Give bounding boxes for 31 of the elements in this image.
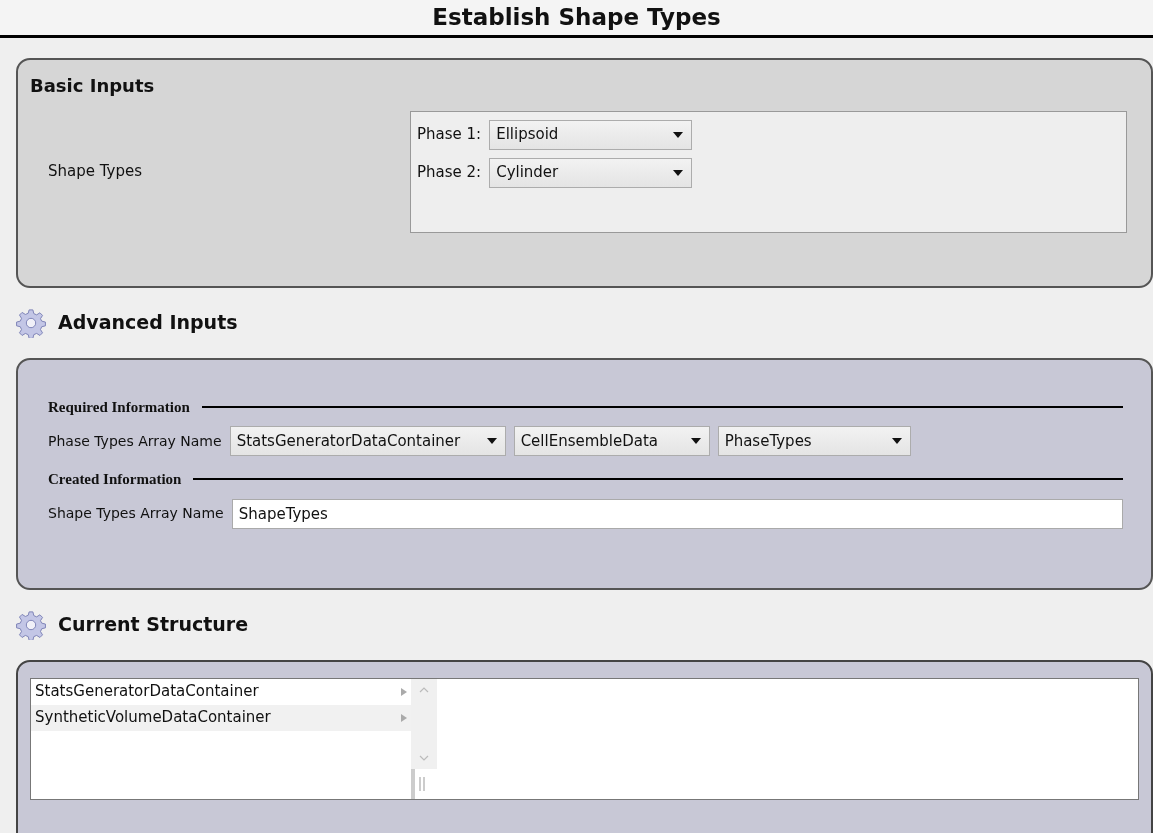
dropdown[interactable]: Ellipsoid <box>489 119 693 150</box>
section-heading: Current Structure <box>58 612 249 638</box>
dropdown[interactable]: CellEnsembleData <box>513 426 710 456</box>
browser-item[interactable]: SyntheticVolumeDataContainer <box>31 704 411 731</box>
field-label: Shape Types <box>47 161 143 183</box>
text-field[interactable]: ShapeTypes <box>231 498 1123 529</box>
field-label: Shape Types Array Name <box>48 504 224 523</box>
phase-label: Phase 1: <box>417 124 482 146</box>
gear-icon <box>16 307 46 338</box>
dropdown[interactable]: StatsGeneratorDataContainer <box>229 426 506 456</box>
phase-label: Phase 2: <box>417 162 482 184</box>
dropdown[interactable]: Cylinder <box>489 157 693 188</box>
dropdown-caret-icon <box>690 438 701 444</box>
scroll-up-icon[interactable] <box>419 686 429 693</box>
dropdown-caret-icon <box>673 131 684 138</box>
expand-arrow-icon <box>401 687 407 696</box>
panel-heading: Basic Inputs <box>30 73 156 98</box>
scrollbar[interactable] <box>411 678 437 799</box>
group-heading: Created Information <box>48 470 182 489</box>
gear-icon <box>16 609 46 640</box>
resize-handle[interactable] <box>411 768 437 799</box>
dropdown-caret-icon <box>673 169 684 176</box>
scroll-down-icon[interactable] <box>419 754 429 761</box>
dropdown-caret-icon <box>891 438 902 444</box>
dropdown-caret-icon <box>486 438 497 444</box>
section-heading: Advanced Inputs <box>58 310 238 336</box>
field-label: Phase Types Array Name <box>48 431 222 451</box>
dropdown[interactable]: PhaseTypes <box>717 426 911 456</box>
expand-arrow-icon <box>401 713 407 722</box>
page-title: Establish Shape Types <box>432 3 721 32</box>
group-heading: Required Information <box>48 397 190 417</box>
